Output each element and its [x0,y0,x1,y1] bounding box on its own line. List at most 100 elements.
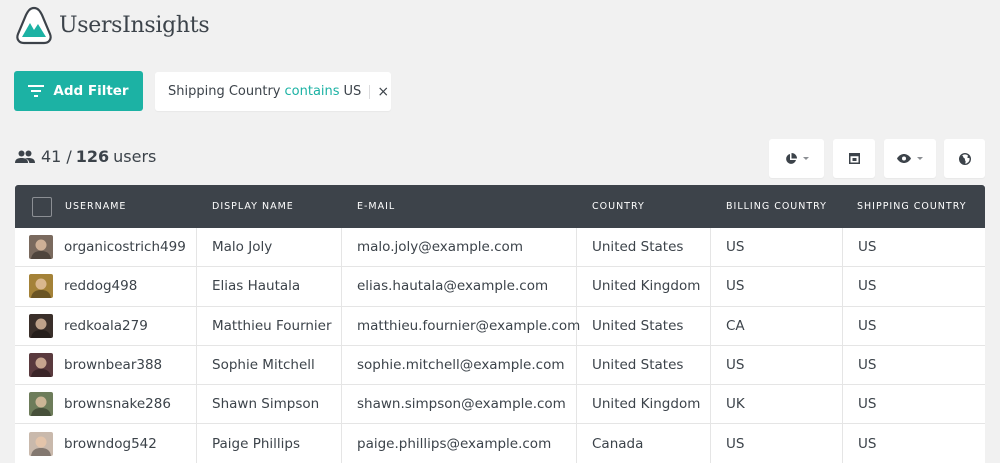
table-row[interactable]: reddog498 Elias Hautala elias.hautala@exam… [15,267,985,307]
select-all-checkbox[interactable] [32,196,52,217]
table-body: organicostrich499 Malo Joly malo.joly@exam… [15,228,985,463]
app-name: UsersInsights [59,12,210,38]
visibility-eye-icon [897,154,911,163]
shipping-country-cell: US [843,228,985,266]
filter-value: US [343,84,362,99]
table-row[interactable]: organicostrich499 Malo Joly malo.joly@exam… [15,228,985,268]
column-header-billing-country[interactable]: BILLING COUNTRY [726,201,857,212]
count-separator: / [66,147,72,166]
email-cell: shawn.simpson@example.com [342,385,577,424]
segments-button[interactable] [769,139,824,178]
billing-country-cell: CA [711,306,843,345]
shipping-country-text: US [858,239,877,256]
avatar[interactable] [29,313,53,338]
table-row[interactable]: brownsnake286 Shawn Simpson shawn.simpson@… [15,385,985,425]
segments-pie-icon [785,152,797,164]
display-name-cell: Sophie Mitchell [197,345,342,385]
shipping-country-cell: US [843,307,985,345]
column-header-username[interactable]: USERNAME [65,201,212,212]
country-text: United Kingdom [592,396,701,413]
display-name-text: Matthieu Fournier [212,317,332,334]
count-unit: users [113,147,157,166]
display-name-text: Sophie Mitchell [212,357,315,374]
country-text: United Kingdom [592,278,701,295]
display-name-cell: Paige Phillips [197,424,342,463]
username-cell[interactable]: reddog498 [15,267,197,306]
email-cell: sophie.mitchell@example.com [342,345,577,385]
chevron-down-icon [802,157,809,160]
column-header-email[interactable]: E-MAIL [357,201,592,212]
display-name-cell: Shawn Simpson [197,385,342,424]
table-row[interactable]: redkoala279 Matthieu Fournier matthieu.fou… [15,306,985,346]
username-cell[interactable]: redkoala279 [15,306,197,345]
username-cell[interactable]: brownbear388 [15,345,197,385]
users-group-icon [15,150,35,163]
map-globe-icon [958,152,971,165]
table-row[interactable]: browndog542 Paige Phillips paige.phillips@… [15,424,985,463]
total-count: 126 [75,147,110,166]
username-text: brownbear388 [64,357,163,374]
active-filter-chip[interactable]: Shipping Country contains US × [155,72,391,111]
country-text: Canada [592,435,644,452]
table-row[interactable]: brownbear388 Sophie Mitchell sophie.mitche… [15,345,985,386]
username-cell[interactable]: browndog542 [15,424,197,463]
filtered-count: 41 [41,147,62,166]
display-name-cell: Matthieu Fournier [197,306,342,345]
email-text: shawn.simpson@example.com [357,396,566,413]
billing-country-cell: US [711,424,843,463]
billing-country-text: UK [726,396,745,413]
usersinsights-logo-icon [16,6,52,45]
display-name-cell: Malo Joly [197,228,342,267]
chevron-down-icon [917,157,923,160]
country-cell: Canada [577,424,711,463]
username-text: redkoala279 [64,317,148,334]
column-header-display-name[interactable]: DISPLAY NAME [212,201,357,212]
display-name-cell: Elias Hautala [197,267,342,306]
display-name-text: Shawn Simpson [212,396,320,413]
billing-country-cell: US [711,267,843,306]
email-text: matthieu.fournier@example.com [357,317,581,334]
column-header-shipping-country[interactable]: SHIPPING COUNTRY [857,201,967,212]
country-text: United States [592,357,684,374]
shipping-country-cell: US [843,385,985,423]
map-button[interactable] [944,139,985,178]
username-text: brownsnake286 [64,396,171,413]
filter-operator: contains [284,84,340,99]
avatar[interactable] [29,392,53,417]
remove-filter-icon[interactable]: × [377,84,389,100]
shipping-country-text: US [858,435,877,452]
avatar[interactable] [29,431,53,456]
avatar[interactable] [29,235,53,260]
username-text: browndog542 [64,435,157,452]
country-cell: United States [577,306,711,345]
avatar[interactable] [29,353,53,378]
email-cell: paige.phillips@example.com [342,424,577,463]
display-name-text: Elias Hautala [212,278,301,295]
email-cell: malo.joly@example.com [342,228,577,267]
country-cell: United Kingdom [577,267,711,306]
visibility-button[interactable] [884,139,936,178]
shipping-country-text: US [858,396,877,413]
country-cell: United States [577,345,711,385]
display-name-text: Malo Joly [212,239,273,256]
username-cell[interactable]: brownsnake286 [15,385,197,424]
billing-country-cell: UK [711,385,843,424]
username-text: reddog498 [64,278,138,295]
billing-country-text: US [726,239,745,256]
columns-button[interactable] [833,139,875,178]
users-count: 41 / 126 users [15,147,156,166]
columns-icon [848,153,860,164]
shipping-country-text: US [858,317,877,334]
filter-field: Shipping Country [168,84,281,99]
filter-icon [28,85,45,97]
shipping-country-text: US [858,278,877,295]
avatar[interactable] [29,274,53,299]
username-cell[interactable]: organicostrich499 [15,228,197,267]
add-filter-button[interactable]: Add Filter [14,71,143,111]
country-cell: United Kingdom [577,385,711,424]
filter-divider [369,84,371,99]
column-header-country[interactable]: COUNTRY [592,201,726,212]
app-logo[interactable]: UsersInsights [15,5,210,45]
country-text: United States [592,317,684,334]
shipping-country-text: US [858,357,877,374]
